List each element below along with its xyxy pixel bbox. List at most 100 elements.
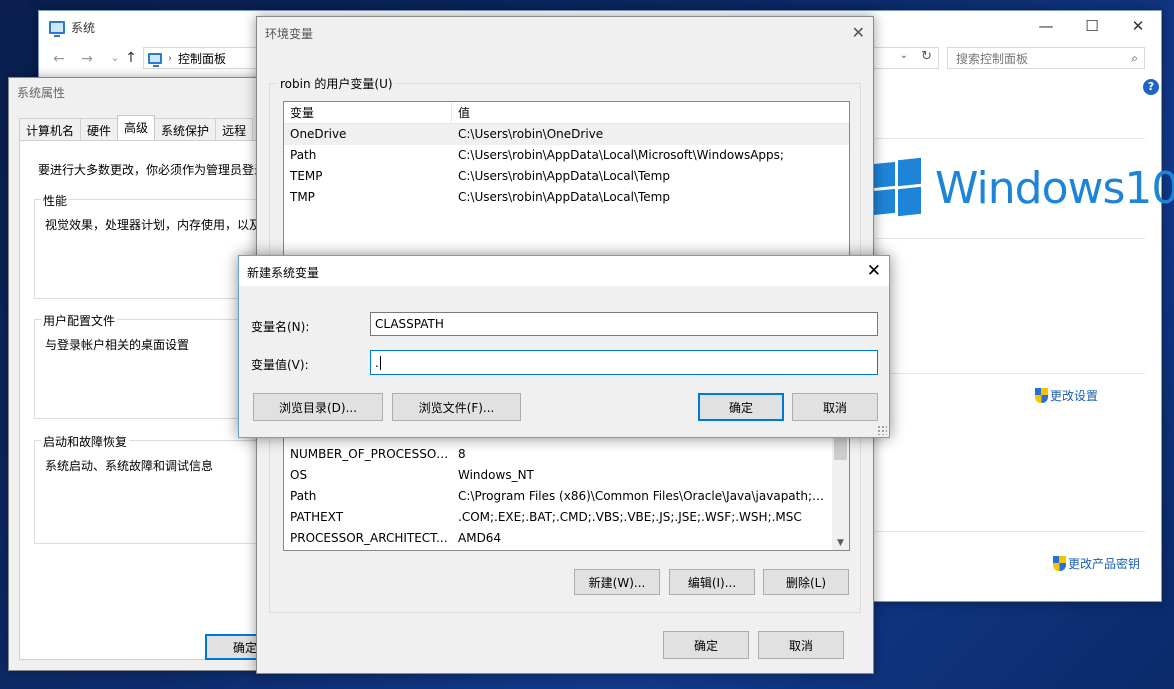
variable-value: AMD64 [458,531,502,545]
variable-name-input[interactable]: CLASSPATH [370,312,878,336]
variable-name: TEMP [290,169,323,183]
variable-name: OneDrive [290,127,347,141]
variable-name: PATHEXT [290,510,344,524]
change-product-key-link[interactable]: 更改产品密钥 [1053,555,1140,572]
startup-recovery-group: 启动和故障恢复 系统启动、系统故障和调试信息 [34,433,274,544]
user-profiles-label: 用户配置文件 [41,312,118,329]
new-system-variable-title: 新建系统变量 [247,266,320,280]
breadcrumb-control-panel[interactable]: 控制面板 [178,50,226,67]
list-item[interactable]: PATHEXT .COM;.EXE;.BAT;.CMD;.VBS;.VBE;.J… [284,507,849,528]
breadcrumb-separator-icon: › [168,52,172,64]
refresh-icon[interactable]: ↻ [921,49,932,64]
variable-value: .COM;.EXE;.BAT;.CMD;.VBS;.VBE;.JS;.JSE;.… [458,510,802,524]
variable-name: TMP [290,190,315,204]
list-header: 变量 值 [284,102,849,124]
search-box[interactable]: 搜索控制面板 ⌕ [947,47,1145,69]
change-settings-link[interactable]: 更改设置 [1035,387,1098,404]
forward-arrow-icon[interactable]: → [75,51,99,67]
dialog-body: 变量名(N): CLASSPATH 变量值(V): . 浏览目录(D)... 浏… [239,286,889,437]
admin-note: 要进行大多数更改，你必须作为管理员登录。 [38,163,279,177]
close-button[interactable]: ✕ [1115,11,1161,41]
scrollbar-thumb[interactable] [834,438,847,460]
list-item[interactable]: NUMBER_OF_PROCESSORS 8 [284,444,849,465]
variable-value: C:\Users\robin\AppData\Local\Temp [458,169,670,183]
ok-button[interactable]: 确定 [663,631,749,659]
list-item[interactable]: Path C:\Users\robin\AppData\Local\Micros… [284,145,849,166]
variable-value: 8 [458,447,466,461]
computer-icon [49,20,65,37]
windows-logo: Windows10 [873,157,1174,217]
close-button[interactable]: ✕ [852,23,865,42]
list-item[interactable]: OneDrive C:\Users\robin\OneDrive [284,124,849,145]
vertical-scrollbar[interactable]: ▼ [832,434,849,550]
startup-recovery-label: 启动和故障恢复 [41,433,130,450]
startup-recovery-description: 系统启动、系统故障和调试信息 [45,459,214,473]
user-variables-label: robin 的用户变量(U) [277,75,396,92]
address-dropdown-icon[interactable]: ⌄ [900,50,908,61]
divider [875,531,1145,532]
divider [875,138,1145,139]
uac-shield-icon [1035,388,1048,403]
variable-value: C:\Users\robin\OneDrive [458,127,604,141]
caption-buttons: — ☐ ✕ [1023,11,1161,41]
variable-name: NUMBER_OF_PROCESSORS [290,447,452,461]
performance-label: 性能 [41,192,70,209]
browse-file-button[interactable]: 浏览文件(F)... [392,393,521,421]
variable-value: Windows_NT [458,468,534,482]
system-window-title-bar: 系统 [49,17,95,37]
system-window-title: 系统 [71,20,96,35]
cancel-button[interactable]: 取消 [792,393,878,421]
search-icon: ⌕ [1131,51,1138,65]
delete-variable-button[interactable]: 删除(L) [763,569,849,595]
tab-advanced[interactable]: 高级 [117,115,156,142]
maximize-button[interactable]: ☐ [1069,11,1115,41]
advanced-tab-panel: 要进行大多数更改，你必须作为管理员登录。 性能 视觉效果，处理器计划，内存使用，… [19,140,309,660]
system-properties-window: 系统属性 计算机名 硬件 高级 系统保护 远程 要进行大多数更改，你必须作为管理… [8,77,309,671]
user-variables-list[interactable]: 变量 值 OneDrive C:\Users\robin\OneDrive Pa… [283,101,850,261]
list-item[interactable]: Path C:\Program Files (x86)\Common Files… [284,486,849,507]
system-properties-title: 系统属性 [17,86,66,100]
variable-value-input[interactable]: . [370,350,878,375]
variable-value-label: 变量值(V): [251,358,309,372]
windows-10-wordmark: Windows10 [935,162,1174,214]
variable-name-value: CLASSPATH [375,317,444,331]
environment-variables-title: 环境变量 [265,27,314,41]
variable-value: C:\Users\robin\AppData\Local\Microsoft\W… [458,148,784,162]
variable-value-value: . [375,355,379,370]
cancel-button[interactable]: 取消 [758,631,844,659]
new-variable-button[interactable]: 新建(W)... [574,569,660,595]
variable-name: Path [290,489,317,503]
ok-button[interactable]: 确定 [698,393,784,421]
close-button[interactable]: ✕ [867,261,881,281]
text-caret [379,355,381,370]
browse-directory-button[interactable]: 浏览目录(D)... [253,393,383,421]
divider [875,238,1145,239]
scroll-down-icon[interactable]: ▼ [832,538,849,548]
divider [875,373,1145,374]
list-item[interactable]: OS Windows_NT [284,465,849,486]
help-icon[interactable]: ? [1143,79,1159,95]
variable-name-label: 变量名(N): [251,320,310,334]
column-header-variable[interactable]: 变量 [284,102,452,123]
windows-flag-icon [873,157,921,217]
variable-value: C:\Program Files (x86)\Common Files\Orac… [458,489,836,503]
resize-grip-icon[interactable] [877,425,887,435]
variable-name: PROCESSOR_ARCHITECT... [290,531,448,545]
list-item[interactable]: PROCESSOR_ARCHITECT... AMD64 [284,528,849,549]
list-item[interactable]: TEMP C:\Users\robin\AppData\Local\Temp [284,166,849,187]
uac-shield-icon [1053,556,1066,571]
search-input[interactable]: 搜索控制面板 [956,50,1028,67]
variable-name: OS [290,468,308,482]
back-arrow-icon[interactable]: ← [47,51,71,67]
new-system-variable-dialog: 新建系统变量 ✕ 变量名(N): CLASSPATH 变量值(V): . 浏览目… [238,255,890,438]
minimize-button[interactable]: — [1023,11,1069,41]
column-header-value[interactable]: 值 [452,102,849,123]
edit-variable-button[interactable]: 编辑(I)... [669,569,755,595]
control-panel-icon [148,52,162,67]
list-item[interactable]: TMP C:\Users\robin\AppData\Local\Temp [284,187,849,208]
user-profiles-description: 与登录帐户相关的桌面设置 [45,338,190,352]
variable-name: Path [290,148,317,162]
variable-value: C:\Users\robin\AppData\Local\Temp [458,190,670,204]
up-arrow-icon[interactable]: ↑ [119,50,143,66]
system-variables-list[interactable]: NUMBER_OF_PROCESSORS 8 OS Windows_NT Pat… [283,433,850,551]
